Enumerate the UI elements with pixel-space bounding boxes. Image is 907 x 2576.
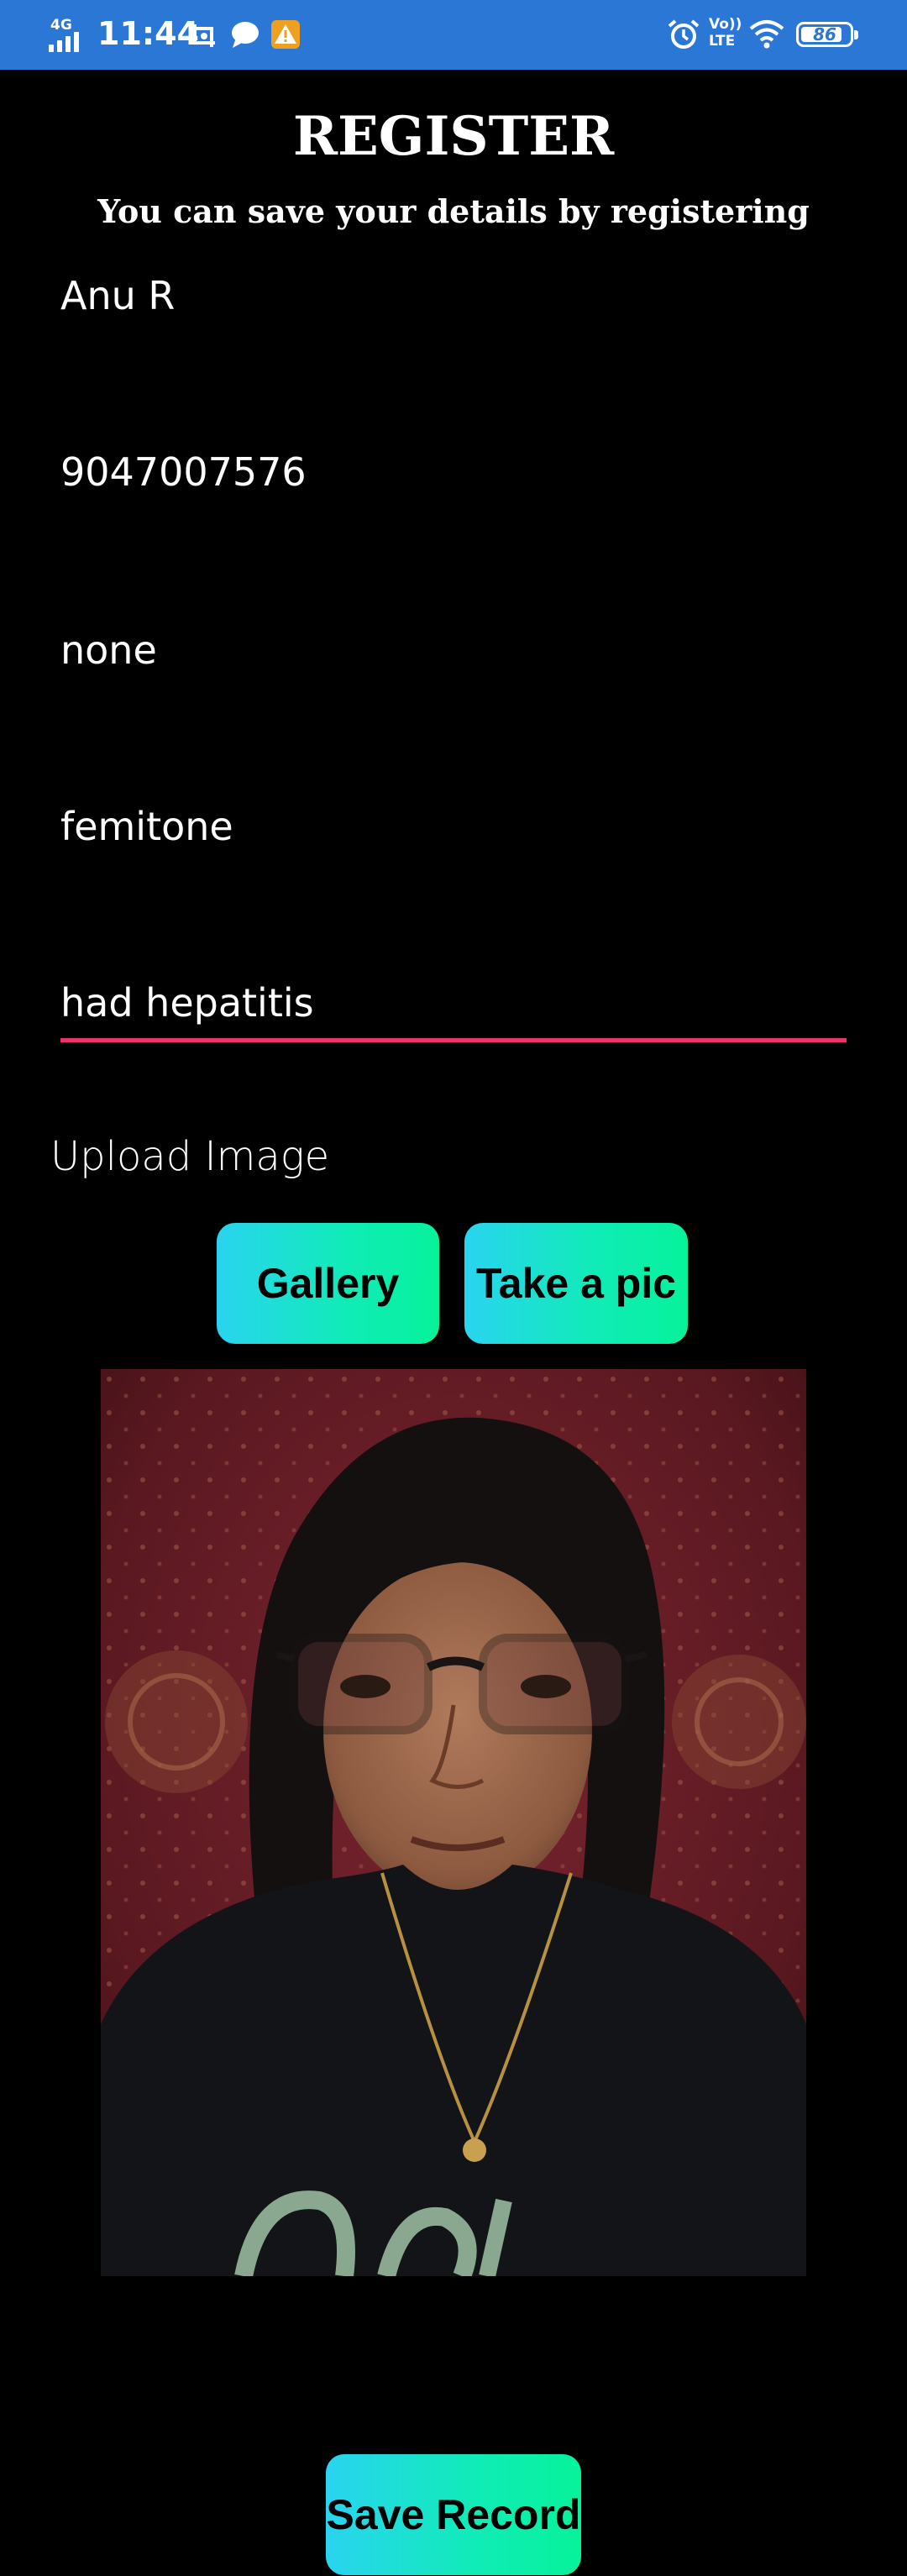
screenshot-icon — [190, 21, 218, 54]
battery-icon: 86 — [796, 22, 858, 47]
network-type-label: 4G — [50, 17, 72, 34]
focused-field-underline — [60, 1038, 847, 1042]
upload-image-label: Upload Image — [50, 1133, 330, 1180]
status-bar: 4G 11:44 Vo)) LTE 86 — [0, 0, 907, 70]
field-4[interactable]: femitone — [60, 801, 847, 852]
signal-bars-icon — [49, 32, 79, 52]
alarm-icon — [667, 18, 700, 55]
take-pic-button-label: Take a pic — [475, 1260, 677, 1307]
wifi-icon — [749, 18, 784, 53]
phone-field[interactable]: 9047007576 — [60, 447, 847, 497]
message-bubble-icon — [230, 20, 260, 53]
battery-level: 86 — [813, 24, 836, 45]
save-record-button-label: Save Record — [326, 2491, 581, 2538]
gallery-button-label: Gallery — [256, 1260, 400, 1307]
page-title: REGISTER — [292, 105, 615, 168]
clock-time: 11:44 — [97, 15, 199, 52]
name-field[interactable]: Anu R — [60, 270, 847, 321]
take-pic-button[interactable]: Take a pic — [464, 1223, 688, 1344]
network-indicator: 4G — [49, 13, 79, 52]
uploaded-photo — [101, 1369, 806, 2276]
medical-history-field[interactable]: had hepatitis — [60, 978, 847, 1028]
field-3[interactable]: none — [60, 625, 847, 675]
gallery-button[interactable]: Gallery — [217, 1223, 439, 1344]
page-subtitle: You can save your details by registering — [97, 192, 810, 230]
volte-indicator: Vo)) LTE — [709, 16, 742, 50]
save-record-button[interactable]: Save Record — [326, 2454, 581, 2575]
warning-icon — [270, 19, 301, 54]
